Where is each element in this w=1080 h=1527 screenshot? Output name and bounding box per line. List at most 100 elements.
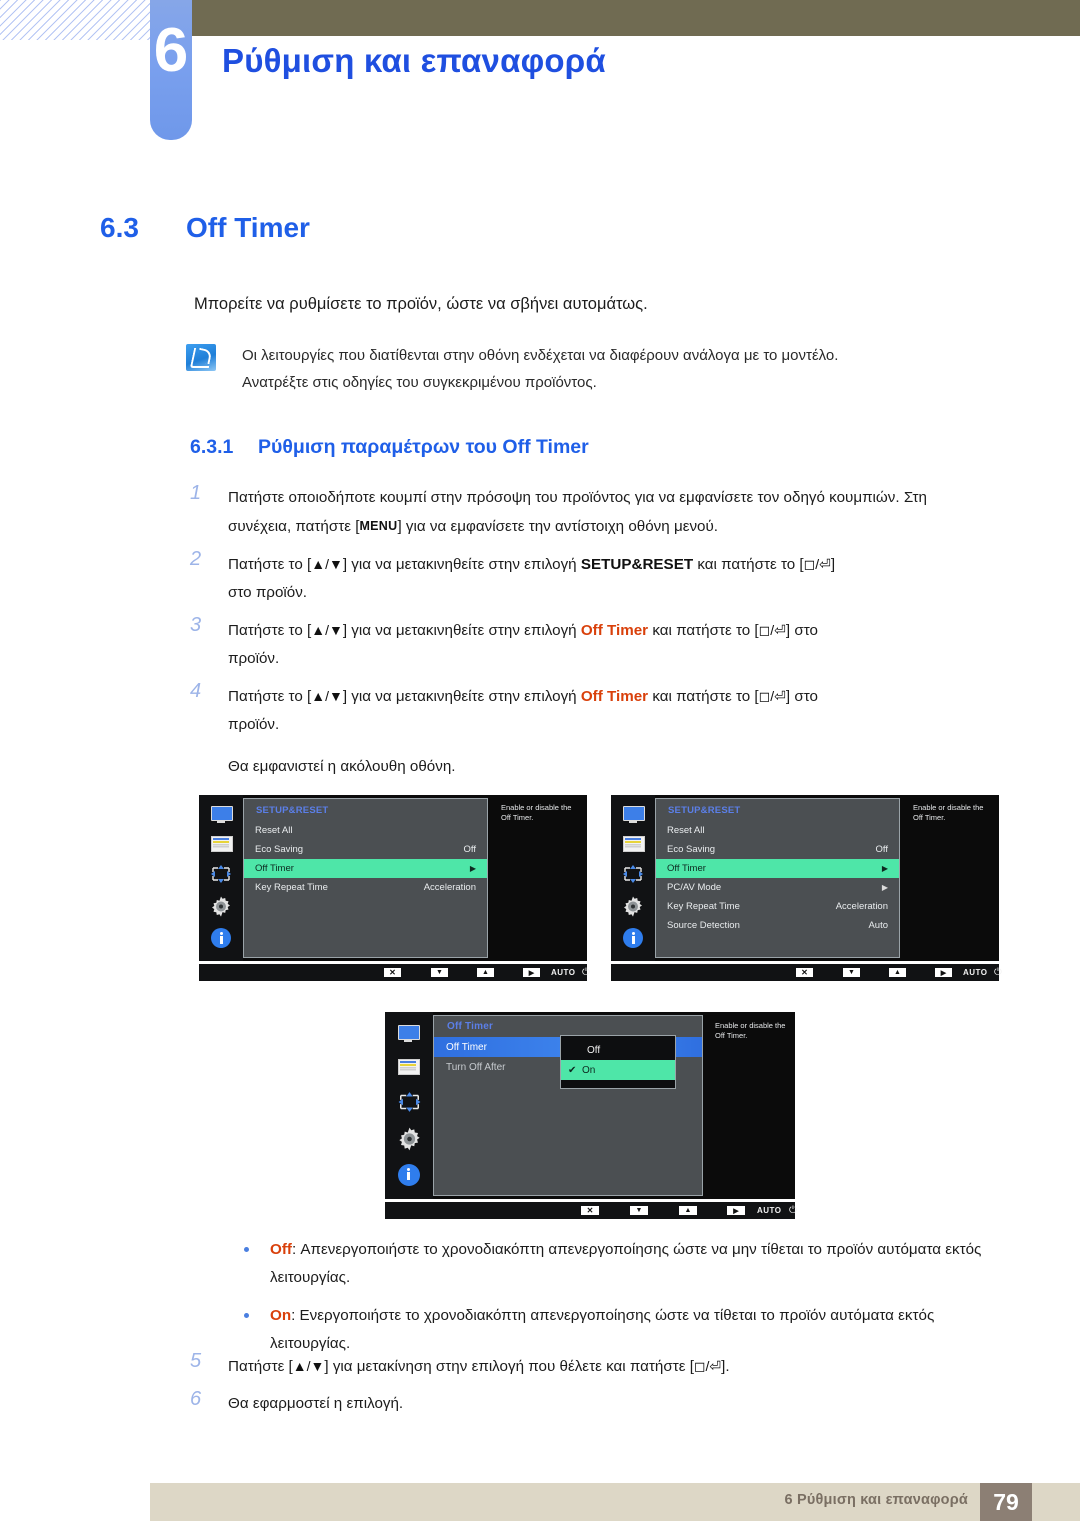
osd-2-row-pc-av-mode[interactable]: PC/AV Mode ▶ bbox=[656, 878, 899, 897]
monitor-icon[interactable] bbox=[209, 805, 233, 824]
osd-2-row-reset-all[interactable]: Reset All bbox=[656, 821, 899, 840]
step-4: 4 Πατήστε το [▲/▼] για να μετακινηθείτε … bbox=[190, 680, 990, 781]
gear-icon[interactable] bbox=[209, 895, 233, 918]
step-5: 5 Πατήστε [▲/▼] για μετακίνηση στην επιλ… bbox=[190, 1350, 990, 1381]
osd-3-button-bar: ✕ ▼ ▲ ▶ AUTO ⏻ bbox=[385, 1202, 797, 1219]
chapter-number: 6 bbox=[153, 16, 189, 85]
chapter-title: Ρύθμιση και επαναφορά bbox=[222, 42, 606, 79]
osd-1-screen: SETUP&RESET Reset All Eco Saving Off Off… bbox=[199, 795, 587, 961]
osd-1-rows: Reset All Eco Saving Off Off Timer ▶ Key… bbox=[244, 821, 487, 897]
step-2-index: 2 bbox=[190, 548, 202, 570]
arrow-up-icon[interactable]: ▲ bbox=[889, 968, 906, 977]
arrow-down-icon[interactable]: ▼ bbox=[630, 1206, 648, 1215]
close-icon[interactable]: ✕ bbox=[796, 968, 813, 977]
step-5-text-c: ]. bbox=[721, 1358, 730, 1375]
osd-1-help-text: Enable or disable the Off Timer. bbox=[501, 803, 583, 823]
arrow-up-icon[interactable]: ▲ bbox=[477, 968, 494, 977]
arrow-up-icon[interactable]: ▲ bbox=[679, 1206, 697, 1215]
osd-1-row-eco-saving[interactable]: Eco Saving Off bbox=[244, 840, 487, 859]
arrow-down-icon[interactable]: ▼ bbox=[431, 968, 448, 977]
gear-icon[interactable] bbox=[396, 1126, 423, 1152]
size-position-icon[interactable] bbox=[209, 863, 233, 885]
step-2-text-c: και πατήστε το [ bbox=[693, 556, 804, 573]
step-6-body: Θα εφαρμοστεί η επιλογή. bbox=[228, 1395, 404, 1412]
osd-2-row-label: Source Detection bbox=[667, 920, 740, 931]
close-icon[interactable]: ✕ bbox=[581, 1206, 599, 1215]
osd-3-dropdown-option-off[interactable]: Off bbox=[561, 1040, 675, 1060]
step-2-body: Πατήστε το [▲/▼] για να μετακινηθείτε στ… bbox=[228, 550, 990, 579]
step-6-index: 6 bbox=[190, 1388, 202, 1410]
osd-2-menu-panel: SETUP&RESET Reset All Eco Saving Off Off… bbox=[655, 798, 900, 958]
osd-2-row-eco-saving[interactable]: Eco Saving Off bbox=[656, 840, 899, 859]
color-settings-icon[interactable] bbox=[396, 1057, 423, 1078]
osd-screenshot-2: SETUP&RESET Reset All Eco Saving Off Off… bbox=[611, 795, 1002, 981]
auto-button-label[interactable]: AUTO bbox=[757, 1206, 782, 1215]
subsection-title: Ρύθμιση παραμέτρων του Off Timer bbox=[258, 436, 589, 458]
step-5-enter-keys-icon: ◻/⏎ bbox=[693, 1358, 722, 1374]
step-4-text-b: ] για να μετακινηθείτε στην επιλογή bbox=[342, 688, 581, 705]
info-icon[interactable] bbox=[398, 1164, 420, 1186]
auto-button-label[interactable]: AUTO bbox=[551, 968, 576, 977]
check-icon: ✔ bbox=[568, 1064, 577, 1076]
step-2-enter-keys-icon: ◻/⏎ bbox=[803, 556, 831, 572]
monitor-icon[interactable] bbox=[621, 805, 645, 824]
osd-2-row-off-timer[interactable]: Off Timer ▶ bbox=[656, 859, 899, 878]
step-5-text-b: ] για μετακίνηση στην επιλογή που θέλετε… bbox=[324, 1358, 694, 1375]
osd-3-menu-title: Off Timer bbox=[447, 1021, 494, 1032]
osd-3-dropdown-label: On bbox=[582, 1064, 596, 1076]
step-4-target: Off Timer bbox=[580, 688, 649, 705]
steps-list-continued: 5 Πατήστε [▲/▼] για μετακίνηση στην επιλ… bbox=[190, 1350, 990, 1427]
arrow-right-icon[interactable]: ▶ bbox=[727, 1206, 745, 1215]
step-3-text-c: και πατήστε το [ bbox=[648, 622, 759, 639]
step-5-body: Πατήστε [▲/▼] για μετακίνηση στην επιλογ… bbox=[228, 1352, 990, 1381]
osd-1-row-reset-all[interactable]: Reset All bbox=[244, 821, 487, 840]
step-3-tail: προϊόν. bbox=[228, 650, 280, 667]
section-title: Off Timer bbox=[186, 212, 310, 243]
close-icon[interactable]: ✕ bbox=[384, 968, 401, 977]
osd-3-dropdown-option-on[interactable]: ✔ On bbox=[561, 1060, 675, 1080]
size-position-icon[interactable] bbox=[396, 1090, 423, 1114]
bullet-on-text: : Ενεργοποιήστε το χρονοδιακόπτη απενεργ… bbox=[270, 1307, 935, 1352]
power-icon[interactable]: ⏻ bbox=[994, 967, 1002, 978]
subsection-number: 6.3.1 bbox=[190, 436, 234, 458]
bullet-on-label: On bbox=[270, 1307, 292, 1324]
osd-1-row-off-timer[interactable]: Off Timer ▶ bbox=[244, 859, 487, 878]
bullet-dot-icon bbox=[244, 1247, 249, 1252]
osd-2-help-line-2: Off Timer. bbox=[913, 813, 946, 823]
bullet-dot-icon bbox=[244, 1313, 249, 1318]
step-3-body: Πατήστε το [▲/▼] για να μετακινηθείτε στ… bbox=[228, 616, 990, 645]
color-settings-icon[interactable] bbox=[621, 834, 645, 853]
color-settings-icon[interactable] bbox=[209, 834, 233, 853]
osd-1-button-bar: ✕ ▼ ▲ ▶ AUTO ⏻ bbox=[199, 964, 590, 981]
osd-1-row-label: Eco Saving bbox=[255, 844, 304, 855]
osd-1-row-key-repeat-time[interactable]: Key Repeat Time Acceleration bbox=[244, 878, 487, 897]
bullet-off-text: : Απενεργοποιήστε το χρονοδιακόπτη απενε… bbox=[270, 1241, 982, 1286]
osd-2-button-bar: ✕ ▼ ▲ ▶ AUTO ⏻ bbox=[611, 964, 1002, 981]
osd-2-help-line-1: Enable or disable the bbox=[913, 803, 984, 812]
power-icon[interactable]: ⏻ bbox=[582, 967, 590, 978]
info-icon[interactable] bbox=[211, 928, 231, 948]
osd-2-row-label: Eco Saving bbox=[667, 844, 716, 855]
osd-3-row-label: Off Timer bbox=[446, 1041, 487, 1053]
arrow-right-icon[interactable]: ▶ bbox=[523, 968, 540, 977]
info-icon[interactable] bbox=[623, 928, 643, 948]
osd-3-icon-sidebar bbox=[385, 1012, 433, 1199]
step-5-index: 5 bbox=[190, 1350, 202, 1372]
size-position-icon[interactable] bbox=[621, 863, 645, 885]
osd-2-row-key-repeat-time[interactable]: Key Repeat Time Acceleration bbox=[656, 897, 899, 916]
header-hatch-decoration bbox=[0, 0, 152, 40]
monitor-icon[interactable] bbox=[396, 1024, 423, 1045]
chevron-right-icon: ▶ bbox=[881, 883, 888, 892]
power-icon[interactable]: ⏻ bbox=[789, 1205, 797, 1216]
chevron-right-icon: ▶ bbox=[881, 864, 888, 873]
arrow-down-icon[interactable]: ▼ bbox=[843, 968, 860, 977]
step-6: 6 Θα εφαρμοστεί η επιλογή. bbox=[190, 1388, 990, 1418]
gear-icon[interactable] bbox=[621, 895, 645, 918]
note-line-1: Οι λειτουργίες που διατίθενται στην οθόν… bbox=[242, 347, 839, 364]
auto-button-label[interactable]: AUTO bbox=[963, 968, 988, 977]
arrow-right-icon[interactable]: ▶ bbox=[935, 968, 952, 977]
osd-2-screen: SETUP&RESET Reset All Eco Saving Off Off… bbox=[611, 795, 999, 961]
osd-2-row-source-detection[interactable]: Source Detection Auto bbox=[656, 916, 899, 935]
step-2-text-d: ] bbox=[830, 556, 836, 573]
osd-1-row-label: Reset All bbox=[255, 825, 293, 836]
